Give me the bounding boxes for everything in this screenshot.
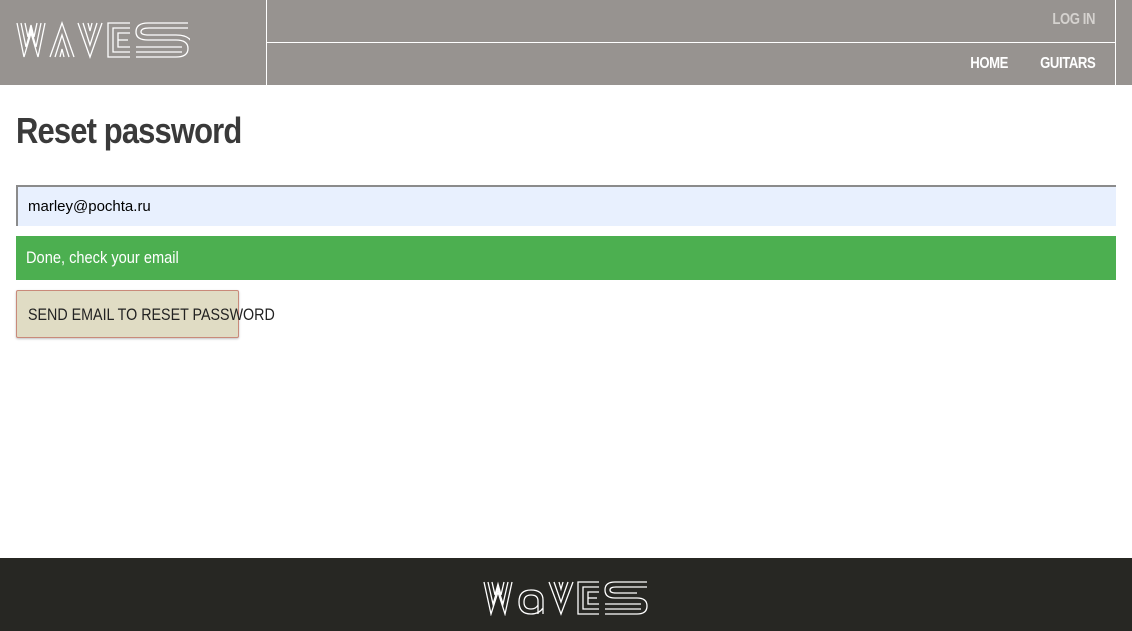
site-header: LOG IN HOME GUITARS bbox=[0, 0, 1132, 85]
waves-logo[interactable] bbox=[16, 21, 190, 59]
success-banner: Done, check your email bbox=[16, 236, 1116, 280]
send-reset-email-label: SEND EMAIL TO RESET PASSWORD bbox=[28, 305, 275, 324]
logo-container bbox=[0, 0, 267, 85]
send-reset-email-button[interactable]: SEND EMAIL TO RESET PASSWORD bbox=[16, 290, 275, 338]
site-footer bbox=[0, 558, 1132, 631]
main-nav: HOME GUITARS bbox=[962, 55, 1095, 73]
footer-waves-logo bbox=[483, 581, 648, 616]
success-message: Done, check your email bbox=[26, 248, 179, 267]
header-top-row: LOG IN bbox=[267, 0, 1115, 43]
email-input[interactable] bbox=[16, 185, 1116, 226]
header-nav-area: LOG IN HOME GUITARS bbox=[267, 0, 1116, 85]
nav-guitars[interactable]: GUITARS bbox=[1040, 55, 1096, 73]
nav-home[interactable]: HOME bbox=[970, 55, 1008, 73]
login-link[interactable]: LOG IN bbox=[1052, 11, 1095, 29]
page-title: Reset password bbox=[16, 110, 242, 151]
